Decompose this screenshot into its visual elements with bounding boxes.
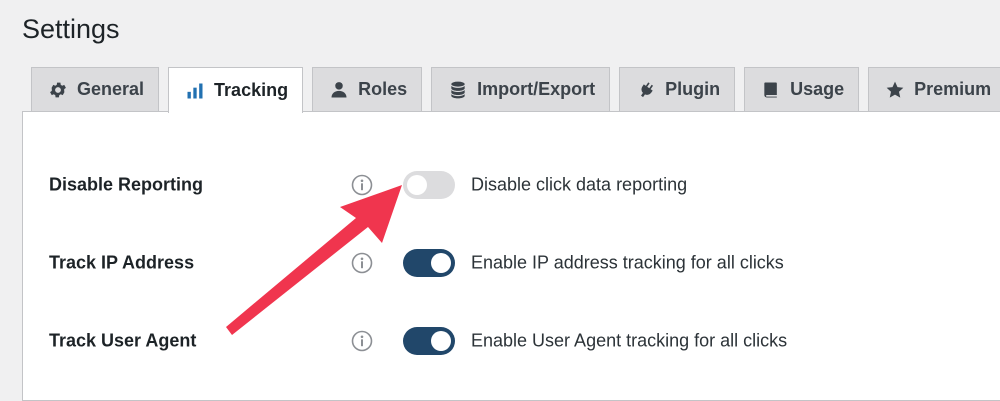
setting-label: Track IP Address	[49, 252, 195, 273]
setting-label: Disable Reporting	[49, 174, 204, 195]
bar-chart-icon	[187, 83, 203, 98]
tab-import-export[interactable]: Import/Export	[431, 67, 611, 111]
track-ip-address-toggle[interactable]	[403, 249, 455, 277]
gear-icon	[50, 82, 66, 97]
tab-label: General	[77, 79, 145, 99]
database-icon	[451, 81, 465, 98]
settings-tabs: General Tracking Roles Import/Export Plu…	[31, 67, 1000, 113]
track-user-agent-toggle[interactable]	[403, 327, 455, 355]
setting-description: Enable IP address tracking for all click…	[471, 252, 784, 273]
tab-label: Import/Export	[477, 79, 596, 99]
tab-label: Usage	[790, 79, 845, 99]
disable-reporting-toggle[interactable]	[403, 171, 455, 199]
setting-label: Track User Agent	[49, 330, 197, 351]
settings-panel: Disable Reporting Disable click data rep…	[22, 111, 1000, 401]
page-title: Settings	[22, 14, 120, 44]
tab-label: Premium	[914, 79, 992, 99]
tab-roles[interactable]: Roles	[312, 67, 423, 111]
setting-description: Disable click data reporting	[471, 174, 688, 195]
tab-premium[interactable]: Premium	[868, 67, 1000, 111]
info-icon[interactable]	[351, 252, 373, 274]
tab-label: Plugin	[665, 79, 721, 99]
info-icon[interactable]	[351, 330, 373, 352]
setting-description: Enable User Agent tracking for all click…	[471, 330, 788, 351]
user-icon	[331, 81, 347, 97]
toggle-knob	[431, 331, 451, 351]
setting-row-disable-reporting: Disable Reporting Disable click data rep…	[23, 165, 1000, 205]
tab-tracking[interactable]: Tracking	[168, 67, 304, 113]
toggle-knob	[431, 253, 451, 273]
book-icon	[764, 82, 777, 97]
tab-label: Tracking	[214, 80, 289, 100]
tab-general[interactable]: General	[31, 67, 160, 111]
toggle-knob	[407, 175, 427, 195]
tab-plugin[interactable]: Plugin	[619, 67, 736, 111]
tab-usage[interactable]: Usage	[744, 67, 860, 111]
setting-row-track-ip-address: Track IP Address Enable IP address track…	[23, 243, 1000, 283]
plug-icon	[641, 81, 654, 97]
setting-row-track-user-agent: Track User Agent Enable User Agent track…	[23, 321, 1000, 361]
info-icon[interactable]	[351, 174, 373, 196]
star-icon	[886, 81, 904, 98]
tab-label: Roles	[358, 79, 408, 99]
